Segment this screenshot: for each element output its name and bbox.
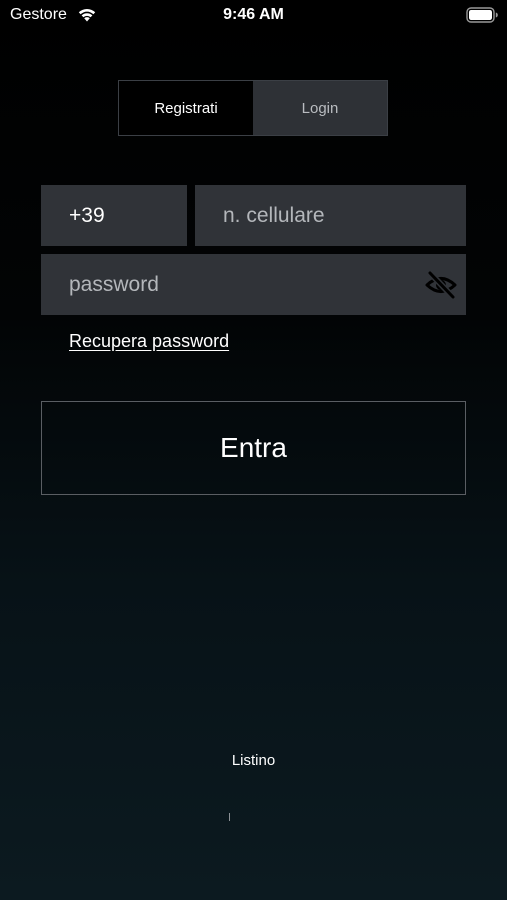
- status-time: 9:46 AM: [223, 6, 284, 23]
- recover-password-link[interactable]: Recupera password: [69, 331, 229, 352]
- tab-register[interactable]: Registrati: [119, 81, 253, 135]
- password-field[interactable]: password: [41, 254, 466, 315]
- status-bar: Gestore 9:46 AM: [0, 0, 507, 30]
- battery-icon: [466, 7, 498, 23]
- auth-segmented-control: Registrati Login: [118, 80, 388, 136]
- phone-number-placeholder: n. cellulare: [223, 203, 325, 227]
- eye-off-icon[interactable]: [424, 268, 458, 302]
- country-code-field[interactable]: +39: [41, 185, 187, 246]
- country-code-value: +39: [69, 203, 105, 227]
- divider-mark: [229, 813, 230, 821]
- login-submit-button[interactable]: Entra: [41, 401, 466, 495]
- tab-login[interactable]: Login: [253, 81, 387, 135]
- password-placeholder: password: [69, 272, 159, 296]
- price-list-link[interactable]: Listino: [0, 752, 507, 769]
- phone-number-field[interactable]: n. cellulare: [195, 185, 466, 246]
